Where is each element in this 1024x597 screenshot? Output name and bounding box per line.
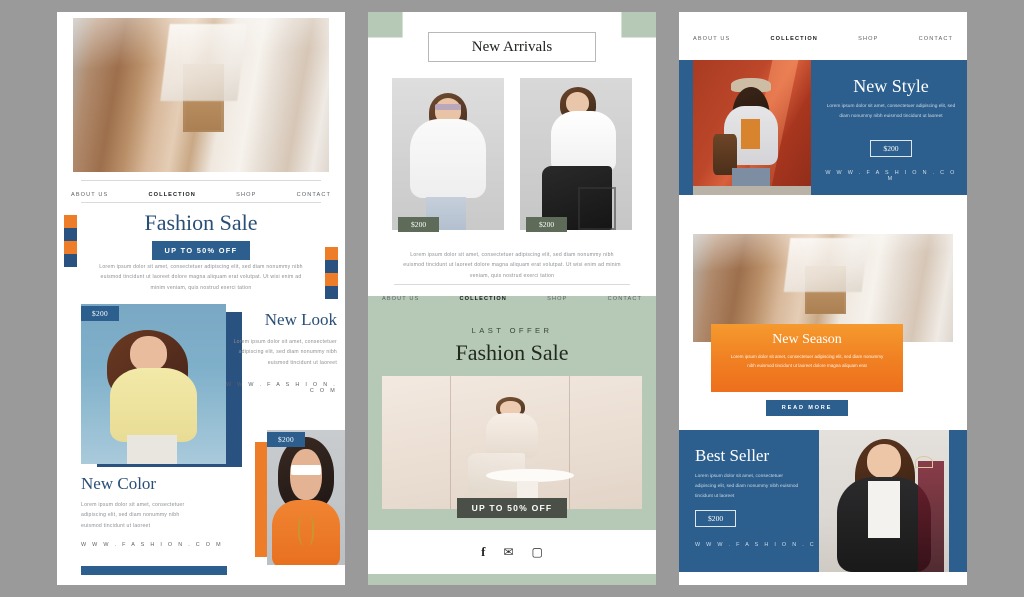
new-arrivals-title: New Arrivals: [471, 38, 553, 55]
twitter-icon[interactable]: ✉: [503, 545, 513, 559]
new-color-price-badge: $200: [267, 432, 305, 447]
nav-divider-top: [394, 284, 630, 285]
nav-item-collection[interactable]: COLLECTION: [149, 192, 196, 198]
best-seller-price-wrap: $200: [695, 508, 737, 527]
price-tag-prop: [185, 68, 222, 131]
up-to-50-off-button[interactable]: UP TO 50% OFF: [151, 241, 251, 260]
nav-divider-bottom: [81, 202, 321, 203]
model-head: [130, 336, 167, 372]
new-color-body-text: Lorem ipsum dolor sit amet, consectetuer…: [81, 502, 185, 529]
new-style-website-url: W W W . F A S H I O N . C O M: [825, 170, 957, 182]
nav-item-contact[interactable]: CONTACT: [608, 296, 642, 302]
new-style-price-badge: $200: [870, 140, 912, 157]
new-look-title: New Look: [264, 310, 337, 329]
nav-item-collection[interactable]: COLLECTION: [460, 296, 507, 302]
accent-square-blue: [325, 286, 338, 299]
new-season-button-wrap: READ MORE: [711, 396, 903, 416]
read-more-button[interactable]: READ MORE: [765, 400, 849, 416]
new-season-title: New Season: [772, 332, 842, 347]
primary-nav: ABOUT US COLLECTION SHOP CONTACT: [679, 26, 967, 52]
new-look-price-badge: $200: [81, 306, 119, 321]
new-arrivals-title-box: New Arrivals: [428, 32, 596, 62]
model-trousers: [127, 435, 177, 464]
model-head: [867, 444, 901, 479]
necklace: [298, 513, 314, 547]
sage-footer-bar: [368, 574, 656, 585]
nav-item-shop[interactable]: SHOP: [858, 36, 878, 42]
model-top: [868, 481, 900, 538]
nav-item-contact[interactable]: CONTACT: [919, 36, 953, 42]
template-panel-new-style: ABOUT US COLLECTION SHOP CONTACT New Sty…: [679, 12, 967, 585]
facebook-icon[interactable]: f: [481, 544, 485, 560]
sunglasses-icon: [291, 465, 321, 475]
accent-square-orange: [325, 273, 338, 286]
product-image-2: [520, 78, 632, 230]
new-look-website-url: W W W . F A S H I O N . C O M: [226, 382, 337, 394]
stool-prop: [578, 187, 617, 230]
best-seller-section: Best Seller Lorem ipsum dolor sit amet, …: [679, 430, 967, 572]
wall-panel-line-1: [449, 376, 451, 509]
new-color-model-image: [267, 430, 345, 565]
best-seller-body-text: Lorem ipsum dolor sit amet, consectetuer…: [695, 474, 799, 500]
product-image-1: [392, 78, 504, 230]
model-garment: [110, 368, 197, 442]
wall-panel-line-2: [569, 376, 571, 509]
fashion-sale-cta-wrap: UP TO 50% OFF: [57, 240, 345, 260]
new-season-body-text: Lorem ipsum dolor sit amet, consectetuer…: [730, 354, 884, 368]
nav-item-shop[interactable]: SHOP: [547, 296, 567, 302]
hero-clothing-rack-image: [73, 18, 329, 172]
model-sweater: [409, 119, 487, 199]
price-tag-prop: [807, 269, 844, 313]
nav-item-about-us[interactable]: ABOUT US: [71, 192, 108, 198]
product-price-badge-1: $200: [398, 217, 440, 232]
new-arrivals-body-text: Lorem ipsum dolor sit amet, consectetuer…: [403, 252, 621, 279]
best-seller-website-url: W W W . F A S H I O N . C O M: [695, 542, 837, 548]
instagram-icon[interactable]: ▢: [532, 545, 543, 559]
new-style-title: New Style: [853, 76, 929, 96]
last-offer-eyebrow: LAST OFFER: [471, 326, 553, 335]
last-offer-model-image: [382, 376, 642, 509]
model-outfit: [486, 413, 538, 459]
product-price-badge-2: $200: [526, 217, 568, 232]
new-season-card: New Season Lorem ipsum dolor sit amet, c…: [711, 324, 903, 392]
new-style-body-text: Lorem ipsum dolor sit amet, consectetuer…: [826, 104, 956, 120]
new-style-price-wrap: $200: [825, 138, 957, 157]
primary-nav: ABOUT US COLLECTION SHOP CONTACT: [57, 182, 345, 208]
new-look-body-text: Lorem ipsum dolor sit amet, consectetuer…: [233, 339, 337, 366]
accent-square-blue: [325, 260, 338, 273]
fashion-sale-headline: Fashion Sale: [455, 340, 569, 365]
ground-strip: [693, 185, 811, 195]
hanger-icon: [915, 455, 934, 469]
model-top: [741, 119, 761, 150]
nav-item-contact[interactable]: CONTACT: [297, 192, 331, 198]
template-panel-new-arrivals: New Arrivals $200 $200 Lorem ipsum dolor…: [368, 12, 656, 585]
new-look-model-image: [81, 304, 226, 464]
fashion-sale-body-text: Lorem ipsum dolor sit amet, consectetuer…: [99, 264, 303, 291]
model-head: [290, 448, 322, 501]
new-style-section: New Style Lorem ipsum dolor sit amet, co…: [679, 60, 967, 195]
nav-divider-top: [81, 180, 321, 181]
model-shirt: [551, 111, 617, 173]
best-seller-title: Best Seller: [695, 446, 770, 465]
sunglasses-icon: [434, 103, 462, 110]
new-color-website-url: W W W . F A S H I O N . C O M: [81, 542, 223, 548]
new-style-model-image: [693, 60, 811, 195]
up-to-50-off-button[interactable]: UP TO 50% OFF: [456, 498, 568, 518]
nav-item-about-us[interactable]: ABOUT US: [693, 36, 730, 42]
last-offer-cta-wrap: UP TO 50% OFF: [368, 498, 656, 518]
social-footer: f ✉ ▢: [368, 530, 656, 574]
clothes-rail-prop: [917, 461, 944, 572]
nav-item-about-us[interactable]: ABOUT US: [382, 296, 419, 302]
template-panel-fashion-sale: ABOUT US COLLECTION SHOP CONTACT Fashion…: [57, 12, 345, 585]
nav-item-collection[interactable]: COLLECTION: [771, 36, 818, 42]
footer-bar-blue: [81, 566, 227, 575]
nav-item-shop[interactable]: SHOP: [236, 192, 256, 198]
fashion-sale-headline: Fashion Sale: [144, 210, 258, 235]
best-seller-price-badge: $200: [695, 510, 737, 527]
best-seller-model-image: [819, 430, 949, 572]
new-color-title: New Color: [81, 474, 157, 493]
